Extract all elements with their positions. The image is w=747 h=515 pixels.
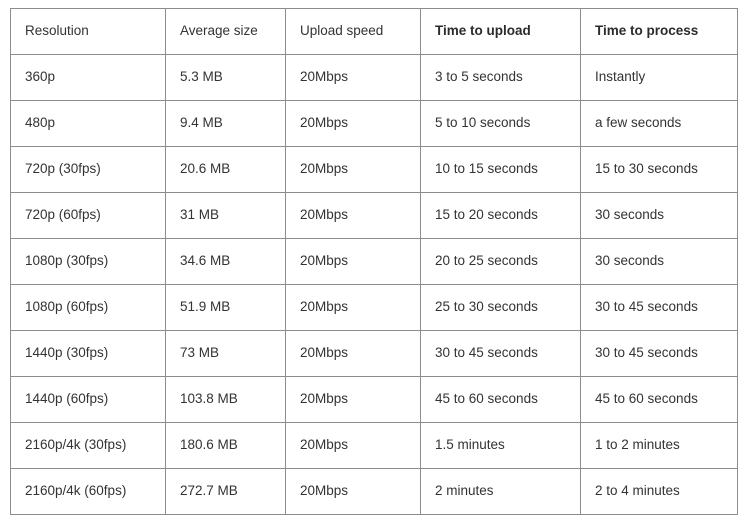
cell-time-to-process: 45 to 60 seconds <box>580 376 738 423</box>
cell-upload-speed: 20Mbps <box>285 468 421 515</box>
cell-time-to-upload: 15 to 20 seconds <box>420 192 581 239</box>
table-row: 2160p/4k (30fps) 180.6 MB 20Mbps 1.5 min… <box>10 422 738 469</box>
cell-time-to-process: 1 to 2 minutes <box>580 422 738 469</box>
cell-upload-speed: 20Mbps <box>285 284 421 331</box>
column-header-average-size: Average size <box>165 8 286 55</box>
cell-time-to-upload: 2 minutes <box>420 468 581 515</box>
cell-time-to-process: 30 to 45 seconds <box>580 284 738 331</box>
column-header-time-to-process: Time to process <box>580 8 738 55</box>
cell-resolution: 1080p (60fps) <box>10 284 166 331</box>
cell-average-size: 9.4 MB <box>165 100 286 147</box>
cell-time-to-upload: 25 to 30 seconds <box>420 284 581 331</box>
cell-average-size: 73 MB <box>165 330 286 377</box>
cell-upload-speed: 20Mbps <box>285 376 421 423</box>
cell-time-to-upload: 3 to 5 seconds <box>420 54 581 101</box>
table-header: Resolution Average size Upload speed Tim… <box>10 8 738 55</box>
cell-average-size: 31 MB <box>165 192 286 239</box>
cell-time-to-process: 30 seconds <box>580 238 738 285</box>
cell-upload-speed: 20Mbps <box>285 330 421 377</box>
video-upload-spec-table: Resolution Average size Upload speed Tim… <box>10 8 738 515</box>
cell-upload-speed: 20Mbps <box>285 100 421 147</box>
table-row: 720p (60fps) 31 MB 20Mbps 15 to 20 secon… <box>10 192 738 239</box>
cell-resolution: 480p <box>10 100 166 147</box>
cell-resolution: 2160p/4k (30fps) <box>10 422 166 469</box>
cell-upload-speed: 20Mbps <box>285 54 421 101</box>
table-row: 360p 5.3 MB 20Mbps 3 to 5 seconds Instan… <box>10 54 738 101</box>
cell-time-to-process: 15 to 30 seconds <box>580 146 738 193</box>
cell-resolution: 720p (30fps) <box>10 146 166 193</box>
cell-time-to-upload: 10 to 15 seconds <box>420 146 581 193</box>
cell-upload-speed: 20Mbps <box>285 238 421 285</box>
cell-time-to-upload: 20 to 25 seconds <box>420 238 581 285</box>
cell-time-to-process: Instantly <box>580 54 738 101</box>
column-header-time-to-upload: Time to upload <box>420 8 581 55</box>
cell-resolution: 1440p (60fps) <box>10 376 166 423</box>
cell-time-to-process: a few seconds <box>580 100 738 147</box>
cell-upload-speed: 20Mbps <box>285 422 421 469</box>
cell-upload-speed: 20Mbps <box>285 146 421 193</box>
table-row: 1440p (30fps) 73 MB 20Mbps 30 to 45 seco… <box>10 330 738 377</box>
cell-average-size: 180.6 MB <box>165 422 286 469</box>
cell-average-size: 34.6 MB <box>165 238 286 285</box>
cell-resolution: 2160p/4k (60fps) <box>10 468 166 515</box>
cell-time-to-process: 2 to 4 minutes <box>580 468 738 515</box>
cell-time-to-upload: 30 to 45 seconds <box>420 330 581 377</box>
cell-average-size: 20.6 MB <box>165 146 286 193</box>
cell-time-to-process: 30 to 45 seconds <box>580 330 738 377</box>
column-header-upload-speed: Upload speed <box>285 8 421 55</box>
cell-resolution: 720p (60fps) <box>10 192 166 239</box>
table-row: 480p 9.4 MB 20Mbps 5 to 10 seconds a few… <box>10 100 738 147</box>
video-upload-spec-table-container: Resolution Average size Upload speed Tim… <box>10 8 738 515</box>
table-header-row: Resolution Average size Upload speed Tim… <box>10 8 738 55</box>
cell-time-to-upload: 1.5 minutes <box>420 422 581 469</box>
cell-average-size: 103.8 MB <box>165 376 286 423</box>
cell-average-size: 272.7 MB <box>165 468 286 515</box>
cell-resolution: 1080p (30fps) <box>10 238 166 285</box>
table-row: 2160p/4k (60fps) 272.7 MB 20Mbps 2 minut… <box>10 468 738 515</box>
table-row: 1080p (60fps) 51.9 MB 20Mbps 25 to 30 se… <box>10 284 738 331</box>
cell-resolution: 360p <box>10 54 166 101</box>
cell-upload-speed: 20Mbps <box>285 192 421 239</box>
column-header-resolution: Resolution <box>10 8 166 55</box>
table-row: 720p (30fps) 20.6 MB 20Mbps 10 to 15 sec… <box>10 146 738 193</box>
cell-time-to-upload: 5 to 10 seconds <box>420 100 581 147</box>
cell-average-size: 51.9 MB <box>165 284 286 331</box>
cell-time-to-upload: 45 to 60 seconds <box>420 376 581 423</box>
cell-resolution: 1440p (30fps) <box>10 330 166 377</box>
table-body: 360p 5.3 MB 20Mbps 3 to 5 seconds Instan… <box>10 54 738 515</box>
table-row: 1440p (60fps) 103.8 MB 20Mbps 45 to 60 s… <box>10 376 738 423</box>
cell-average-size: 5.3 MB <box>165 54 286 101</box>
cell-time-to-process: 30 seconds <box>580 192 738 239</box>
table-row: 1080p (30fps) 34.6 MB 20Mbps 20 to 25 se… <box>10 238 738 285</box>
